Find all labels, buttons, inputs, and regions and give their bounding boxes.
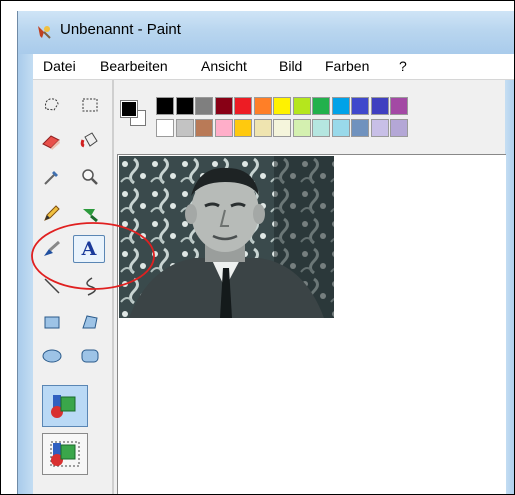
palette-row2-swatch[interactable] xyxy=(390,119,408,137)
rectangle-icon[interactable] xyxy=(39,309,65,335)
palette-row1-swatch[interactable] xyxy=(273,97,291,115)
palette-row2-swatch[interactable] xyxy=(156,119,174,137)
window-left-border xyxy=(17,54,34,494)
eraser-icon[interactable] xyxy=(39,128,65,154)
transparent-background-option[interactable] xyxy=(42,433,88,475)
foreground-color xyxy=(120,100,138,118)
menu-bild[interactable]: Bild xyxy=(279,58,302,74)
rounded-rect-icon[interactable] xyxy=(77,343,103,369)
canvas-photo xyxy=(119,156,334,318)
palette-row2-swatch[interactable] xyxy=(253,119,272,137)
airbrush-icon[interactable] xyxy=(77,200,103,226)
curve-icon[interactable] xyxy=(77,273,103,299)
ellipse-icon[interactable] xyxy=(39,343,65,369)
palette-row1-swatch[interactable] xyxy=(253,97,272,115)
opaque-background-option[interactable] xyxy=(42,385,88,427)
menu-ansicht[interactable]: Ansicht xyxy=(201,58,247,74)
palette-row2-swatch[interactable] xyxy=(351,119,369,137)
color-picker-icon[interactable] xyxy=(39,164,65,190)
palette-row2-swatch[interactable] xyxy=(292,119,311,137)
menu-bearbeiten[interactable]: Bearbeiten xyxy=(100,58,168,74)
palette-row2-swatch[interactable] xyxy=(370,119,389,137)
menu-datei[interactable]: Datei xyxy=(43,58,76,74)
palette-row1-swatch[interactable] xyxy=(370,97,389,115)
free-select-icon[interactable] xyxy=(39,92,65,118)
palette-row1-swatch[interactable] xyxy=(195,97,213,115)
palette-row1-swatch[interactable] xyxy=(156,97,174,115)
text-tool-glyph: A xyxy=(81,238,97,260)
palette-row2-swatch[interactable] xyxy=(331,119,350,137)
title-bar: Unbenannt - Paint xyxy=(17,11,514,54)
palette-row2-swatch[interactable] xyxy=(234,119,252,137)
palette-row1-swatch[interactable] xyxy=(234,97,252,115)
palette-row1-swatch[interactable] xyxy=(331,97,350,115)
brush-icon[interactable] xyxy=(39,236,65,262)
palette-row2-swatch[interactable] xyxy=(195,119,213,137)
rect-select-icon[interactable] xyxy=(77,92,103,118)
window-right-border xyxy=(505,54,514,494)
paint-app-icon xyxy=(38,26,51,39)
menu-bar: Datei Bearbeiten Ansicht Bild Farben ? xyxy=(33,54,514,80)
palette-row1-swatch[interactable] xyxy=(292,97,311,115)
pencil-icon[interactable] xyxy=(39,200,65,226)
current-colors-indicator[interactable] xyxy=(117,97,153,133)
toolbox-separator xyxy=(112,80,114,494)
menu-help[interactable]: ? xyxy=(399,58,407,74)
screenshot-frame: Unbenannt - Paint Datei Bearbeiten Ansic… xyxy=(0,0,515,495)
magnifier-icon[interactable] xyxy=(77,164,103,190)
palette-row2-swatch[interactable] xyxy=(273,119,291,137)
palette-row1-swatch[interactable] xyxy=(351,97,369,115)
window-title: Unbenannt - Paint xyxy=(60,21,181,38)
fill-bucket-icon[interactable] xyxy=(77,128,103,154)
palette-row2-swatch[interactable] xyxy=(175,119,194,137)
palette-row1-swatch[interactable] xyxy=(312,97,330,115)
text-tool-icon[interactable]: A xyxy=(73,235,105,263)
menu-farben[interactable]: Farben xyxy=(325,58,369,74)
palette-row1-swatch[interactable] xyxy=(390,97,408,115)
line-icon[interactable] xyxy=(39,273,65,299)
polygon-icon[interactable] xyxy=(77,309,103,335)
palette-row2-swatch[interactable] xyxy=(312,119,330,137)
palette-row1-swatch[interactable] xyxy=(214,97,233,115)
palette-row1-swatch[interactable] xyxy=(175,97,194,115)
palette-row2-swatch[interactable] xyxy=(214,119,233,137)
